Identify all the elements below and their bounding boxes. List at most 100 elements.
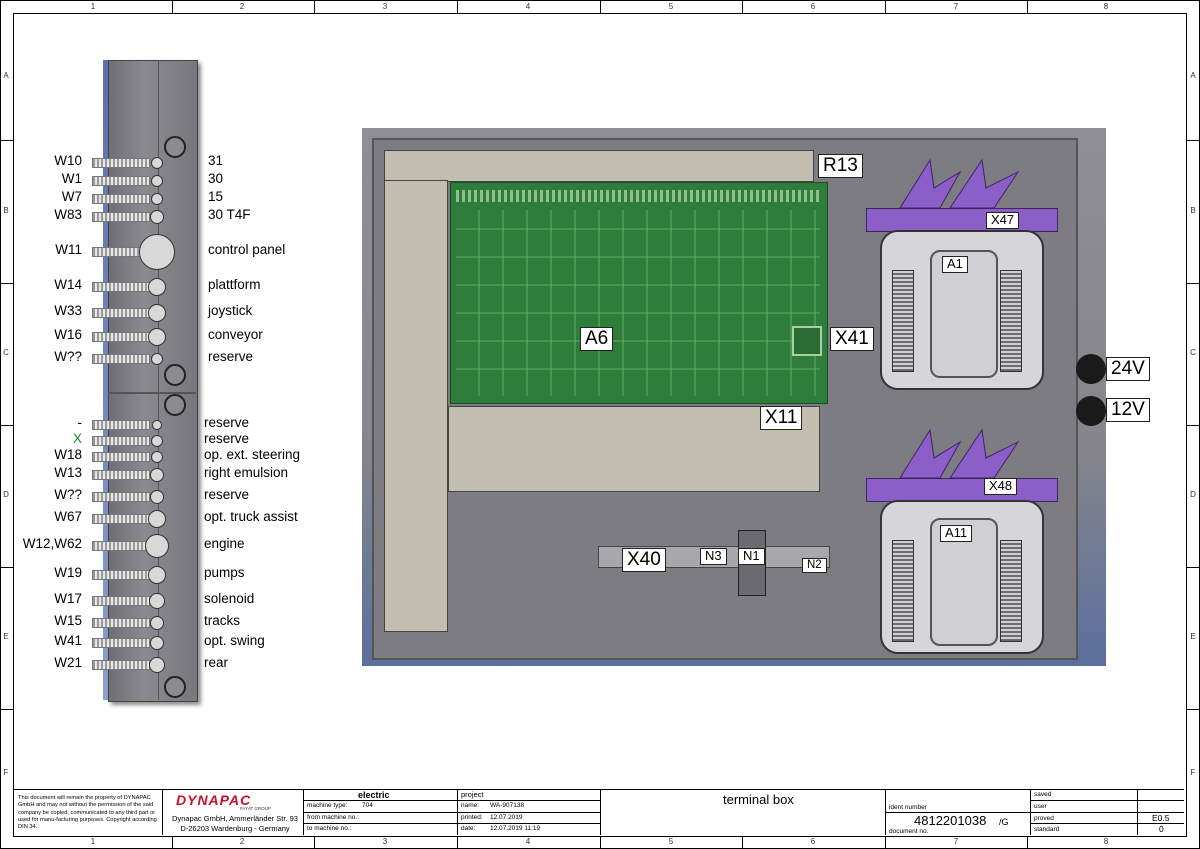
zone-tick (314, 0, 315, 13)
zone-tick (457, 836, 458, 849)
wire-harness (92, 420, 150, 430)
project-name: WA-907138 (490, 802, 525, 809)
zone-tick (457, 0, 458, 13)
zone-tick (1186, 709, 1199, 710)
cable-gland-icon (148, 304, 166, 322)
logo-subtitle: FAYAT GROUP (240, 806, 271, 811)
zone-tick (885, 0, 886, 13)
wire-harness (92, 436, 150, 446)
screw-hole (164, 364, 186, 386)
date-value: 12.07.2019 11:19 (490, 825, 541, 832)
zone-column-label: 7 (953, 2, 959, 11)
tag-a11: A11 (940, 525, 973, 542)
pcb-chip (792, 326, 822, 356)
wire-harness (92, 194, 150, 204)
sheet-id: E0.5 (1152, 813, 1170, 823)
cable-duct-top (384, 150, 814, 182)
wire-label: W?? (54, 487, 82, 502)
wire-harness (92, 514, 150, 524)
cable-gland-icon (148, 510, 166, 528)
wire-label: W17 (54, 591, 82, 606)
cable-gland-icon (151, 193, 163, 205)
wire-description: reserve (204, 487, 250, 502)
zone-tick (172, 0, 173, 13)
wire-harness (92, 212, 150, 222)
cable-gland-icon (150, 210, 164, 224)
zone-column-label: 3 (382, 2, 388, 11)
zone-column-label: 6 (810, 837, 816, 846)
pcb-pin-header (456, 190, 820, 202)
screw-hole (164, 136, 186, 158)
cable-gland-icon (151, 435, 163, 447)
machine-type: 704 (362, 802, 373, 809)
wire-description: engine (204, 536, 245, 551)
zone-row-label: A (3, 71, 9, 80)
wire-description: rear (204, 655, 229, 670)
copyright-notice: This document will remain the property o… (18, 795, 157, 831)
wire-description: pumps (204, 565, 245, 580)
sheet-number: 0 (1159, 824, 1164, 834)
zone-row-label: F (3, 768, 9, 777)
wire-description: 15 (208, 189, 224, 204)
cable-gland-icon (150, 636, 164, 650)
zone-tick (0, 140, 13, 141)
drawing-title: terminal box (723, 792, 794, 807)
pcb-components (456, 210, 820, 396)
wire-description: 30 T4F (208, 207, 251, 222)
tag-r13: R13 (818, 154, 863, 178)
wire-harness (92, 308, 150, 318)
cable-gland-icon (149, 593, 165, 609)
zone-column-label: 5 (668, 2, 674, 11)
zone-tick (1027, 836, 1028, 849)
zone-tick (600, 0, 601, 13)
zone-column-label: 8 (1103, 837, 1109, 846)
ecu-a1-pins (1000, 270, 1022, 372)
wire-harness (92, 638, 150, 648)
cable-gland-icon (150, 468, 164, 482)
cable-gland-icon (148, 278, 166, 296)
zone-row-label: C (1190, 348, 1196, 357)
strip-divider (108, 392, 196, 394)
wire-label: W15 (54, 613, 82, 628)
tag-x47: X47 (986, 212, 1020, 229)
cable-gland-icon (151, 157, 163, 169)
wire-description: conveyor (208, 327, 263, 342)
wire-harness (92, 596, 150, 606)
company-address: Dynapac GmbH, Ammerländer Str. 93 D-2620… (172, 814, 298, 833)
printed-date: 12.07.2019 (490, 814, 523, 821)
wire-label: W13 (54, 465, 82, 480)
wire-harness (92, 332, 150, 342)
wire-harness (92, 176, 150, 186)
wire-description: op. ext. steering (204, 447, 301, 462)
wire-label: - (77, 415, 83, 430)
wire-description: right emulsion (204, 465, 289, 480)
zone-tick (885, 836, 886, 849)
zone-column-label: 2 (239, 2, 245, 11)
wire-label: W?? (54, 349, 82, 364)
wire-harness (92, 492, 150, 502)
wire-harness (92, 618, 150, 628)
zone-tick (1186, 283, 1199, 284)
wire-label: W12,W62 (22, 536, 82, 551)
wire-label: W16 (54, 327, 82, 342)
zone-column-label: 6 (810, 2, 816, 11)
wire-label: W14 (54, 277, 82, 292)
wire-harness (92, 541, 150, 551)
section-label: electric (358, 790, 390, 800)
cable-gland-icon (152, 420, 162, 430)
wire-label: W33 (54, 303, 82, 318)
zone-tick (1027, 0, 1028, 13)
wire-description: reserve (204, 431, 250, 446)
wire-description: solenoid (204, 591, 255, 606)
wire-description: reserve (204, 415, 250, 430)
zone-row-label: E (1190, 632, 1196, 641)
cable-gland-icon (151, 353, 163, 365)
plug-24v-icon (1076, 354, 1106, 384)
wire-harness (92, 570, 150, 580)
wire-description: opt. swing (204, 633, 265, 648)
wire-label: X (72, 431, 82, 446)
zone-column-label: 5 (668, 837, 674, 846)
zone-tick (172, 836, 173, 849)
wire-description: 31 (208, 153, 224, 168)
wire-description: 30 (208, 171, 224, 186)
